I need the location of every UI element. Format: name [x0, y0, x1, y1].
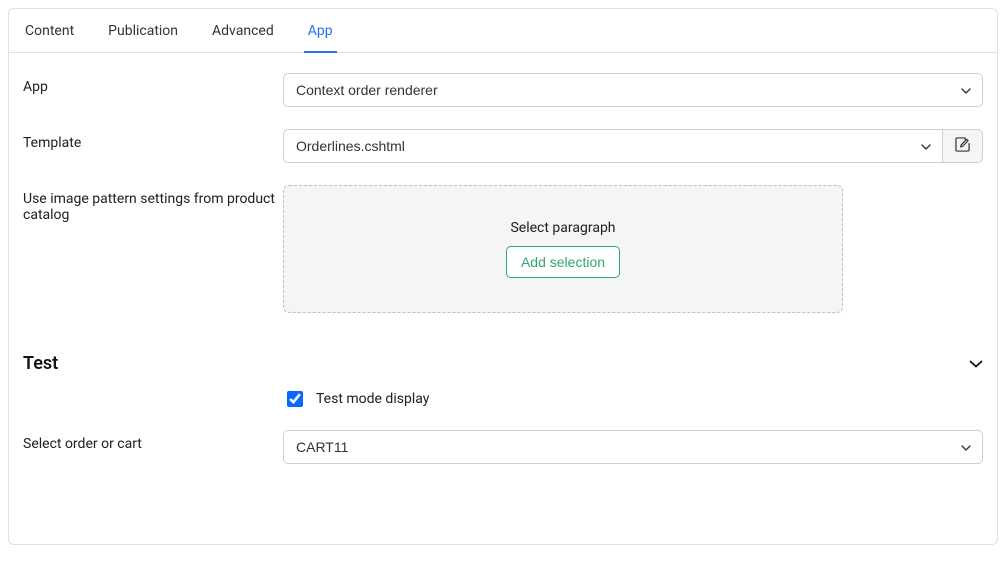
- edit-icon: [955, 137, 970, 155]
- template-select[interactable]: Orderlines.cshtml: [283, 129, 943, 163]
- order-select[interactable]: CART11: [283, 430, 983, 464]
- settings-panel: Content Publication Advanced App App Con…: [8, 8, 998, 545]
- tab-content[interactable]: Content: [23, 9, 76, 53]
- field-select-order: CART11: [283, 430, 983, 464]
- chevron-down-icon: [969, 356, 983, 372]
- row-test-mode: Test mode display: [269, 388, 997, 430]
- section-test-header[interactable]: Test: [9, 335, 997, 388]
- label-image-pattern: Use image pattern settings from product …: [23, 185, 283, 223]
- label-app: App: [23, 73, 283, 95]
- add-selection-button[interactable]: Add selection: [506, 246, 620, 278]
- label-select-order: Select order or cart: [23, 430, 283, 452]
- tab-advanced[interactable]: Advanced: [210, 9, 276, 53]
- edit-template-button[interactable]: [943, 129, 983, 163]
- section-test-title: Test: [23, 353, 58, 374]
- row-select-order: Select order or cart CART11: [9, 430, 997, 464]
- tab-bar: Content Publication Advanced App: [9, 9, 997, 53]
- field-template: Orderlines.cshtml: [283, 129, 983, 163]
- tab-publication[interactable]: Publication: [106, 9, 180, 53]
- row-image-pattern: Use image pattern settings from product …: [23, 185, 983, 313]
- field-app: Context order renderer: [283, 73, 983, 107]
- test-mode-checkbox[interactable]: [287, 391, 303, 407]
- paragraph-dropzone[interactable]: Select paragraph Add selection: [283, 185, 843, 313]
- row-template: Template Orderlines.cshtml: [23, 129, 983, 163]
- tab-app[interactable]: App: [306, 9, 335, 53]
- app-select[interactable]: Context order renderer: [283, 73, 983, 107]
- row-app: App Context order renderer: [23, 73, 983, 107]
- test-mode-label: Test mode display: [316, 391, 429, 407]
- label-template: Template: [23, 129, 283, 151]
- dropzone-text: Select paragraph: [510, 220, 615, 236]
- field-image-pattern: Select paragraph Add selection: [283, 185, 983, 313]
- app-form: App Context order renderer Template: [9, 53, 997, 313]
